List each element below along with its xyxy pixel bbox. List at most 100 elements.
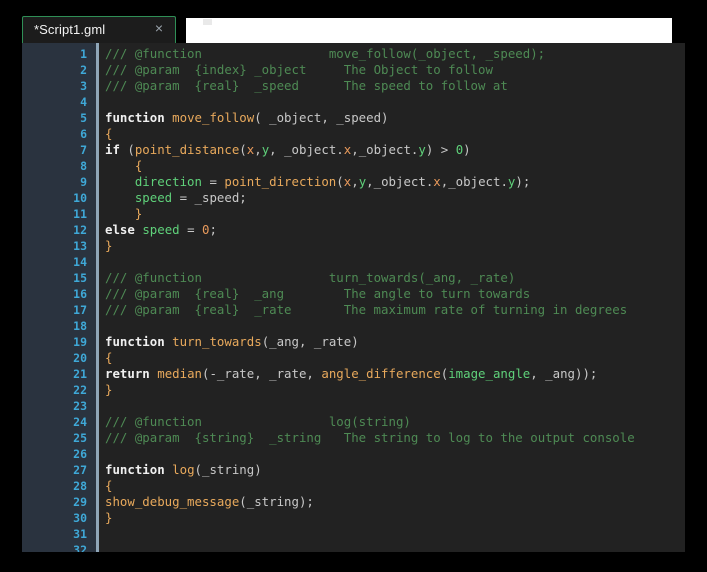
code-token: , xyxy=(254,142,261,157)
code-content[interactable]: /// @function move_follow(_object, _spee… xyxy=(99,43,685,552)
code-token: ; xyxy=(209,222,216,237)
code-line: /// @param {real} _rate The maximum rate… xyxy=(99,302,685,318)
code-token: direction xyxy=(135,174,202,189)
line-number-gutter: 1234567891011121314151617181920212223242… xyxy=(22,43,96,552)
code-token: function xyxy=(105,110,165,125)
code-token: } xyxy=(105,510,112,525)
code-token: ) > xyxy=(426,142,456,157)
code-token: move_follow xyxy=(172,110,254,125)
code-line: } xyxy=(99,238,685,254)
line-number: 11 xyxy=(22,206,96,222)
code-token: ( xyxy=(120,142,135,157)
code-token: else xyxy=(105,222,135,237)
code-token: The Object to follow xyxy=(344,62,493,77)
code-token: { xyxy=(105,350,112,365)
code-token: median xyxy=(157,366,202,381)
code-token: , xyxy=(351,174,358,189)
line-number: 16 xyxy=(22,286,96,302)
code-line xyxy=(99,542,685,552)
line-number: 14 xyxy=(22,254,96,270)
code-token: } xyxy=(105,238,112,253)
code-token: = xyxy=(180,222,202,237)
code-token: The angle to turn towards xyxy=(344,286,531,301)
code-token: (-_rate, _rate, xyxy=(202,366,321,381)
code-token: The speed to follow at xyxy=(344,78,508,93)
code-token: (_ang, _rate) xyxy=(262,334,359,349)
code-token: /// @param {real} _speed xyxy=(105,78,299,93)
code-token: } xyxy=(135,206,142,221)
code-token: show_debug_message xyxy=(105,494,239,509)
code-token xyxy=(321,430,343,445)
code-token: point_distance xyxy=(135,142,239,157)
code-token: (_string) xyxy=(195,462,262,477)
line-number-list: 1234567891011121314151617181920212223242… xyxy=(22,46,96,552)
line-number: 6 xyxy=(22,126,96,142)
code-token: ,_object. xyxy=(366,174,433,189)
title-bar-glyph xyxy=(203,19,212,25)
code-line: function move_follow( _object, _speed) xyxy=(99,110,685,126)
line-number: 5 xyxy=(22,110,96,126)
close-icon[interactable]: × xyxy=(152,21,166,36)
line-number: 17 xyxy=(22,302,96,318)
code-line: /// @param {string} _string The string t… xyxy=(99,430,685,446)
line-number: 18 xyxy=(22,318,96,334)
code-token: = _speed; xyxy=(172,190,247,205)
code-line: } xyxy=(99,206,685,222)
code-line: { xyxy=(99,478,685,494)
line-number: 23 xyxy=(22,398,96,414)
code-token: (_string); xyxy=(239,494,314,509)
code-line: /// @param {real} _speed The speed to fo… xyxy=(99,78,685,94)
line-number: 26 xyxy=(22,446,96,462)
code-token: } xyxy=(105,382,112,397)
code-line: if (point_distance(x,y, _object.x,_objec… xyxy=(99,142,685,158)
code-token xyxy=(202,46,329,61)
code-token: The maximum rate of turning in degrees xyxy=(344,302,627,317)
code-line-list: /// @function move_follow(_object, _spee… xyxy=(99,46,685,552)
code-token: y xyxy=(418,142,425,157)
code-line xyxy=(99,254,685,270)
code-token: speed xyxy=(135,190,172,205)
line-number: 15 xyxy=(22,270,96,286)
code-line: speed = _speed; xyxy=(99,190,685,206)
code-token: log xyxy=(172,462,194,477)
code-token: return xyxy=(105,366,150,381)
tab-label: *Script1.gml xyxy=(34,22,105,37)
code-token xyxy=(202,414,329,429)
tab-gap xyxy=(176,16,186,44)
line-number: 19 xyxy=(22,334,96,350)
code-token xyxy=(105,174,135,189)
code-token: ( _object, _speed) xyxy=(254,110,388,125)
tab-strip: *Script1.gml × xyxy=(22,16,672,44)
code-line: } xyxy=(99,382,685,398)
tab-script1-gml[interactable]: *Script1.gml × xyxy=(22,16,176,44)
line-number: 7 xyxy=(22,142,96,158)
code-line: { xyxy=(99,126,685,142)
code-editor[interactable]: 1234567891011121314151617181920212223242… xyxy=(22,43,685,552)
code-token: angle_difference xyxy=(321,366,440,381)
line-number: 13 xyxy=(22,238,96,254)
line-number: 9 xyxy=(22,174,96,190)
code-line: /// @function turn_towards(_ang, _rate) xyxy=(99,270,685,286)
code-token: /// @function xyxy=(105,46,202,61)
code-token: ) xyxy=(463,142,470,157)
line-number: 28 xyxy=(22,478,96,494)
code-token: speed xyxy=(142,222,179,237)
code-token: /// @function xyxy=(105,270,202,285)
line-number: 24 xyxy=(22,414,96,430)
code-token: ( xyxy=(239,142,246,157)
code-token: ); xyxy=(515,174,530,189)
code-token: { xyxy=(105,478,112,493)
code-token: ,_object. xyxy=(441,174,508,189)
code-token: The string to log to the output console xyxy=(344,430,635,445)
title-bar xyxy=(185,18,672,43)
line-number: 25 xyxy=(22,430,96,446)
code-token: , _object. xyxy=(269,142,344,157)
code-token: ,_object. xyxy=(351,142,418,157)
code-line xyxy=(99,526,685,542)
line-number: 31 xyxy=(22,526,96,542)
code-token: ( xyxy=(336,174,343,189)
code-line: /// @function move_follow(_object, _spee… xyxy=(99,46,685,62)
code-token: { xyxy=(135,158,142,173)
code-token xyxy=(105,190,135,205)
script-editor-window: *Script1.gml × 1234567891011121314151617… xyxy=(0,0,707,572)
